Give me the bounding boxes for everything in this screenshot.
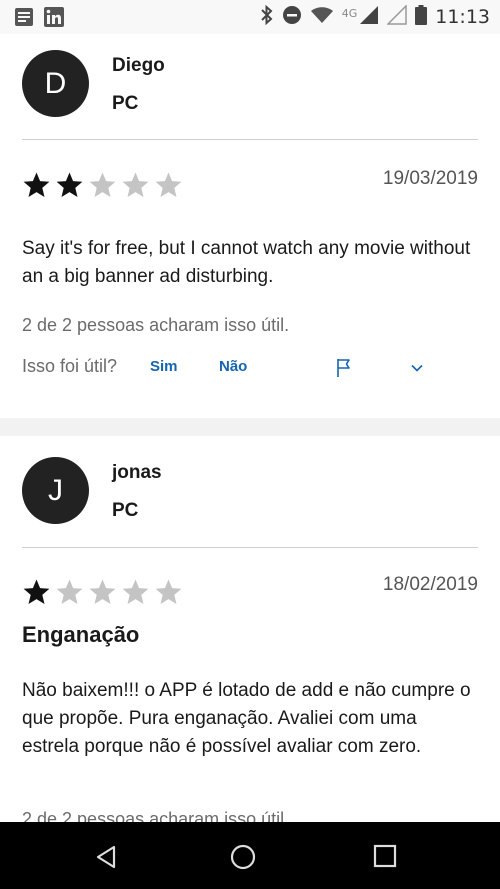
back-icon[interactable]: [93, 844, 119, 874]
divider: [22, 139, 478, 140]
star-empty-icon: [155, 579, 182, 604]
platform-label: PC: [112, 93, 139, 114]
star-empty-icon: [56, 579, 83, 604]
clock: 11:13: [435, 6, 490, 28]
notification-icon: [14, 7, 34, 31]
navigation-bar: [0, 822, 500, 889]
helpful-row: Isso foi útil? Sim Não: [22, 354, 478, 384]
signal-empty-icon: [386, 4, 407, 29]
no-button[interactable]: Não: [219, 358, 247, 375]
signal-icon: [359, 5, 379, 29]
helpful-question: Isso foi útil?: [22, 356, 118, 376]
star-filled-icon: [56, 172, 83, 197]
platform-label: PC: [112, 500, 139, 521]
status-bar: 4G 11:13: [0, 0, 500, 34]
flag-icon[interactable]: [335, 358, 353, 382]
review-date: 19/03/2019: [382, 168, 478, 189]
avatar: D: [22, 50, 89, 117]
star-filled-icon: [23, 172, 50, 197]
star-empty-icon: [122, 172, 149, 197]
yes-button[interactable]: Sim: [150, 358, 178, 375]
bluetooth-icon: [260, 4, 274, 29]
star-filled-icon: [23, 579, 50, 604]
network-type: 4G: [341, 6, 358, 20]
review-date: 18/02/2019: [382, 574, 478, 595]
star-rating: [22, 171, 183, 200]
review-title: Enganação: [22, 622, 140, 647]
linkedin-icon: [44, 7, 64, 31]
chevron-down-icon[interactable]: [410, 360, 424, 379]
star-empty-icon: [89, 579, 116, 604]
review-card: J jonas PC 18/02/2019 Enganação Não baix…: [0, 436, 500, 836]
helpful-count: 2 de 2 pessoas acharam isso útil.: [22, 315, 290, 335]
reviewer-name: Diego: [112, 55, 165, 76]
review-card: D Diego PC 19/03/2019 Say it's for free,…: [0, 34, 500, 418]
star-empty-icon: [155, 172, 182, 197]
dnd-icon: [282, 5, 302, 29]
star-empty-icon: [122, 579, 149, 604]
wifi-icon: [310, 5, 334, 29]
avatar: J: [22, 457, 89, 524]
divider: [22, 547, 478, 548]
reviewer-name: jonas: [112, 462, 162, 483]
battery-icon: [415, 5, 428, 29]
home-icon[interactable]: [230, 844, 256, 874]
review-body: Say it's for free, but I cannot watch an…: [22, 238, 471, 287]
star-rating: [22, 578, 183, 607]
recents-icon[interactable]: [373, 844, 397, 872]
star-empty-icon: [89, 172, 116, 197]
review-body: Não baixem!!! o APP é lotado de add e nã…: [22, 680, 471, 757]
